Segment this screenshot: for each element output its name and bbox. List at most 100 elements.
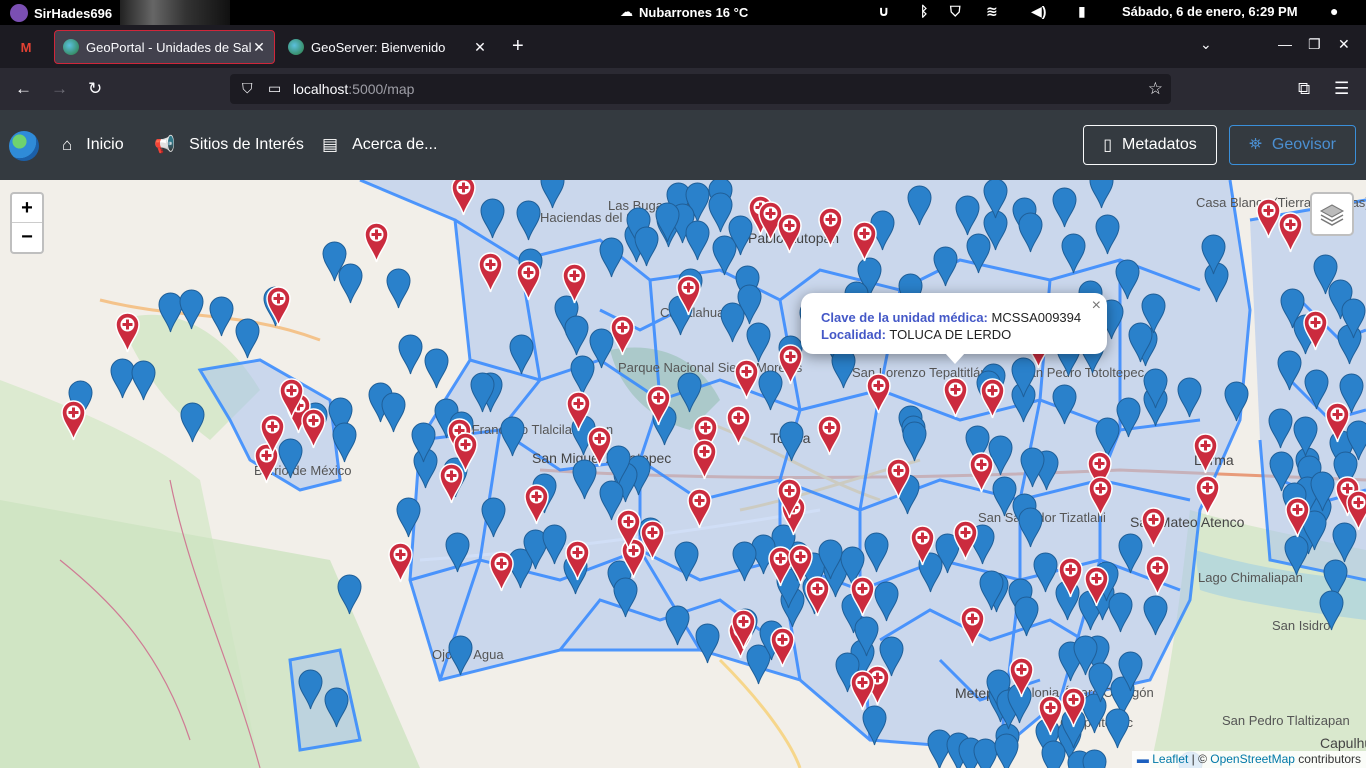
health-unit-marker-icon[interactable] [1061, 233, 1086, 274]
health-unit-marker-icon[interactable] [1319, 590, 1344, 631]
wifi-icon[interactable]: ≋ [986, 3, 998, 20]
health-unit-marker-icon[interactable] [1082, 749, 1107, 768]
medical-cross-marker-icon[interactable] [726, 405, 751, 446]
medical-cross-marker-icon[interactable] [1285, 497, 1310, 538]
url-bar[interactable]: ⛉ ▭ localhost:5000/map ☆ [230, 74, 1171, 104]
leaflet-map[interactable]: Pablo AutopanTolucaSan Miguel ZacatepecL… [0, 180, 1366, 768]
os-clock[interactable]: Sábado, 6 de enero, 6:29 PM [1122, 4, 1298, 19]
health-unit-marker-icon[interactable] [1128, 322, 1153, 363]
nav-sitios[interactable]: 📢 Sitios de Interés [154, 135, 304, 155]
zoom-in-button[interactable]: + [12, 194, 42, 223]
medical-cross-marker-icon[interactable] [692, 439, 717, 480]
medical-cross-marker-icon[interactable] [676, 275, 701, 316]
health-unit-marker-icon[interactable] [1177, 377, 1202, 418]
health-unit-marker-icon[interactable] [983, 180, 1008, 219]
health-unit-marker-icon[interactable] [386, 268, 411, 309]
health-unit-marker-icon[interactable] [818, 539, 843, 580]
health-unit-marker-icon[interactable] [992, 476, 1017, 517]
health-unit-marker-icon[interactable] [1041, 740, 1066, 768]
health-unit-marker-icon[interactable] [338, 263, 363, 304]
close-tab-icon[interactable]: ✕ [473, 39, 487, 56]
medical-cross-marker-icon[interactable] [777, 478, 802, 519]
medical-cross-marker-icon[interactable] [646, 385, 671, 426]
health-unit-marker-icon[interactable] [424, 348, 449, 389]
medical-cross-marker-icon[interactable] [388, 542, 413, 583]
health-unit-marker-icon[interactable] [445, 532, 470, 573]
health-unit-marker-icon[interactable] [179, 289, 204, 330]
medical-cross-marker-icon[interactable] [734, 359, 759, 400]
volume-icon[interactable]: ◀︎) [1031, 3, 1046, 20]
medical-cross-marker-icon[interactable] [565, 540, 590, 581]
health-unit-marker-icon[interactable] [131, 360, 156, 401]
medical-cross-marker-icon[interactable] [478, 252, 503, 293]
health-unit-marker-icon[interactable] [674, 541, 699, 582]
page-info-icon[interactable]: ▭ [268, 80, 281, 97]
health-unit-marker-icon[interactable] [902, 421, 927, 462]
medical-cross-marker-icon[interactable] [1325, 402, 1350, 443]
zoom-out-button[interactable]: − [12, 223, 42, 252]
health-unit-marker-icon[interactable] [540, 180, 565, 209]
health-unit-marker-icon[interactable] [1018, 507, 1043, 548]
health-unit-marker-icon[interactable] [298, 669, 323, 710]
close-tab-icon[interactable]: ✕ [252, 39, 266, 56]
health-unit-marker-icon[interactable] [396, 497, 421, 538]
health-unit-marker-icon[interactable] [665, 605, 690, 646]
health-unit-marker-icon[interactable] [324, 687, 349, 728]
os-user-menu[interactable]: SirHades696 [10, 4, 112, 22]
health-unit-marker-icon[interactable] [1052, 187, 1077, 228]
medical-cross-marker-icon[interactable] [805, 576, 830, 617]
health-unit-marker-icon[interactable] [470, 372, 495, 413]
medical-cross-marker-icon[interactable] [1346, 490, 1366, 531]
health-unit-marker-icon[interactable] [1105, 708, 1130, 749]
health-unit-marker-icon[interactable] [854, 616, 879, 657]
chevron-down-icon[interactable]: ⌄ [1200, 36, 1212, 53]
health-unit-marker-icon[interactable] [516, 200, 541, 241]
health-unit-marker-icon[interactable] [337, 574, 362, 615]
ublock-icon[interactable]: ∪ [878, 3, 889, 20]
medical-cross-marker-icon[interactable] [687, 488, 712, 529]
back-arrow-icon[interactable]: ← [15, 79, 32, 99]
health-unit-marker-icon[interactable] [874, 581, 899, 622]
account-icon[interactable]: ● [1330, 3, 1338, 19]
nav-acerca[interactable]: ▤ Acerca de... [322, 135, 437, 155]
health-unit-marker-icon[interactable] [332, 422, 357, 463]
health-unit-marker-icon[interactable] [862, 705, 887, 746]
health-unit-marker-icon[interactable] [613, 577, 638, 618]
health-unit-marker-icon[interactable] [1095, 214, 1120, 255]
medical-cross-marker-icon[interactable] [61, 400, 86, 441]
health-unit-marker-icon[interactable] [209, 296, 234, 337]
tab-geoserver[interactable]: GeoServer: Bienvenido ✕ [280, 30, 495, 64]
new-tab-button[interactable]: + [512, 35, 524, 58]
brand-globe-icon[interactable] [9, 131, 39, 161]
medical-cross-marker-icon[interactable] [1145, 555, 1170, 596]
health-unit-marker-icon[interactable] [1224, 381, 1249, 422]
health-unit-marker-icon[interactable] [1052, 384, 1077, 425]
medical-cross-marker-icon[interactable] [115, 312, 140, 353]
health-unit-marker-icon[interactable] [955, 195, 980, 236]
medical-cross-marker-icon[interactable] [953, 520, 978, 561]
tab-geoportal[interactable]: GeoPortal - Unidades de Salud ✕ [54, 30, 275, 64]
medical-cross-marker-icon[interactable] [852, 221, 877, 262]
health-unit-marker-icon[interactable] [1073, 635, 1098, 676]
health-unit-marker-icon[interactable] [381, 392, 406, 433]
medical-cross-marker-icon[interactable] [777, 213, 802, 254]
medical-cross-marker-icon[interactable] [1058, 557, 1083, 598]
medical-cross-marker-icon[interactable] [1061, 687, 1086, 728]
health-unit-marker-icon[interactable] [1118, 651, 1143, 692]
health-unit-marker-icon[interactable] [1020, 447, 1045, 488]
medical-cross-marker-icon[interactable] [817, 415, 842, 456]
medical-cross-marker-icon[interactable] [1141, 507, 1166, 548]
health-unit-marker-icon[interactable] [732, 541, 757, 582]
metadata-button[interactable]: ▯ Metadatos [1083, 125, 1217, 165]
medical-cross-marker-icon[interactable] [364, 222, 389, 263]
health-unit-marker-icon[interactable] [634, 226, 659, 267]
nav-inicio[interactable]: ⌂ Inicio [62, 135, 124, 155]
health-unit-marker-icon[interactable] [481, 497, 506, 538]
medical-cross-marker-icon[interactable] [960, 606, 985, 647]
medical-cross-marker-icon[interactable] [439, 463, 464, 504]
geovisor-button[interactable]: ⛯ Geovisor [1229, 125, 1356, 165]
health-unit-marker-icon[interactable] [907, 185, 932, 226]
medical-cross-marker-icon[interactable] [770, 627, 795, 668]
health-unit-marker-icon[interactable] [1277, 350, 1302, 391]
health-unit-marker-icon[interactable] [746, 322, 771, 363]
